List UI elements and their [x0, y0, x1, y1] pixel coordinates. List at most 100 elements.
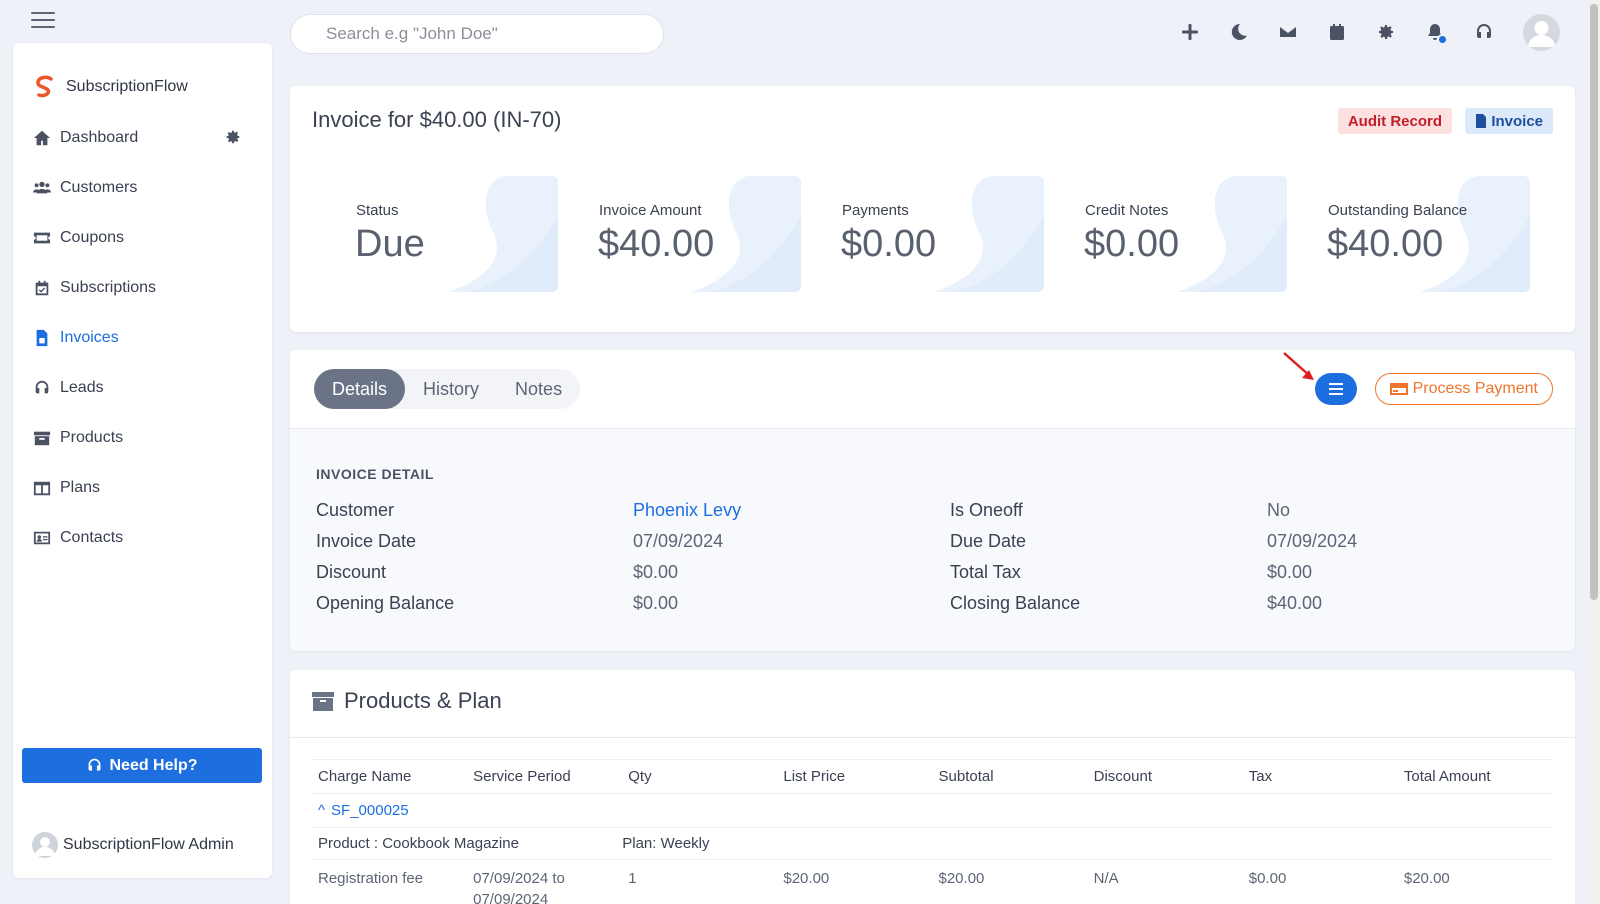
stat-status: Status Due: [330, 176, 558, 292]
bell-icon[interactable]: [1422, 19, 1448, 45]
detail-value: No: [1267, 500, 1291, 520]
column-header[interactable]: Subtotal: [932, 759, 1088, 794]
table-row: Registration fee 07/09/2024 to 07/09/2024…: [312, 860, 1553, 904]
need-help-button[interactable]: Need Help?: [22, 748, 262, 783]
brand[interactable]: SubscriptionFlow: [13, 43, 272, 109]
column-header[interactable]: Total Amount: [1397, 759, 1553, 794]
sidebar-item-contacts[interactable]: Contacts: [13, 513, 272, 563]
product-label: Product : Cookbook Magazine: [312, 827, 623, 860]
detail-label: Invoice Date: [316, 531, 417, 551]
column-header[interactable]: List Price: [777, 759, 933, 794]
detail-value: $0.00: [633, 593, 679, 613]
mail-icon[interactable]: [1275, 19, 1301, 45]
sidebar-item-products[interactable]: Products: [13, 413, 272, 463]
tab-notes[interactable]: Notes: [497, 369, 580, 409]
headset-icon: [32, 378, 52, 398]
search-input[interactable]: [290, 14, 664, 54]
hamburger-menu-icon[interactable]: [31, 12, 55, 30]
sidebar-item-dashboard[interactable]: Dashboard: [13, 113, 272, 163]
subscription-cell: ^ SF_000025: [312, 793, 1553, 828]
sidebar-item-invoices[interactable]: Invoices: [13, 313, 272, 363]
product-plan-row: Product : Cookbook Magazine Plan: Weekly: [312, 827, 1553, 860]
detail-row: Discount $0.00 Total Tax $0.00: [316, 557, 1584, 588]
admin-avatar: [32, 832, 58, 858]
products-plan-title: Products & Plan: [344, 688, 502, 713]
list-icon: [1329, 383, 1343, 395]
audit-record-badge[interactable]: Audit Record: [1337, 108, 1452, 134]
sidebar-item-label: Products: [60, 429, 124, 446]
headset-icon[interactable]: [1471, 19, 1497, 45]
detail-label: Opening Balance: [316, 593, 455, 613]
admin-profile[interactable]: SubscriptionFlow Admin: [32, 832, 234, 858]
red-arrow-annotation: [1283, 352, 1314, 380]
process-payment-label: Process Payment: [1412, 380, 1538, 397]
stat-value: $0.00: [1084, 223, 1180, 265]
plus-icon[interactable]: [1177, 19, 1203, 45]
sidebar-item-label: Invoices: [60, 329, 119, 346]
user-avatar[interactable]: [1523, 13, 1560, 51]
calendar-icon[interactable]: [1324, 19, 1350, 45]
sidebar-item-label: Dashboard: [60, 129, 139, 146]
sidebar-item-leads[interactable]: Leads: [13, 363, 272, 413]
stat-value: $40.00: [1327, 223, 1444, 265]
sidebar-item-subscriptions[interactable]: Subscriptions: [13, 263, 272, 313]
stat-label: Credit Notes: [1085, 202, 1169, 219]
service-period-cell: 07/09/2024 to 07/09/2024: [467, 860, 622, 904]
file-invoice-icon: [1476, 114, 1487, 128]
brand-name: SubscriptionFlow: [66, 78, 188, 95]
subscriptionflow-logo: [36, 75, 53, 98]
home-icon: [32, 128, 52, 148]
tab-details[interactable]: Details: [314, 369, 406, 409]
archive-icon: [32, 428, 52, 448]
detail-row: Customer Phoenix Levy Is Oneoff No: [316, 495, 1584, 526]
detail-label: Discount: [316, 562, 387, 582]
subtotal-cell: $20.00: [938, 870, 985, 887]
stat-credit-notes: Credit Notes $0.00: [1059, 176, 1287, 292]
column-header[interactable]: Discount: [1087, 759, 1243, 794]
products-table: Charge Name Service Period Qty List Pric…: [312, 759, 1553, 904]
stat-label: Status: [356, 202, 399, 219]
moon-icon[interactable]: [1226, 19, 1252, 45]
sidebar: SubscriptionFlow Dashboard Customers Cou…: [13, 43, 272, 878]
gear-icon[interactable]: [1373, 19, 1399, 45]
discount-cell: N/A: [1093, 870, 1119, 887]
sidebar-item-coupons[interactable]: Coupons: [13, 213, 272, 263]
topbar-icons: [1154, 12, 1560, 52]
sidebar-item-label: Customers: [60, 179, 138, 196]
decorative-wave: [448, 176, 558, 292]
sidebar-item-label: Plans: [60, 479, 101, 496]
actions-menu-button[interactable]: [1315, 373, 1357, 405]
detail-label: Due Date: [950, 531, 1027, 551]
scrollbar-thumb[interactable]: [1590, 4, 1598, 600]
charge-name-cell: Registration fee: [318, 870, 424, 887]
column-header[interactable]: Charge Name: [312, 759, 468, 794]
sidebar-item-label: Contacts: [60, 529, 124, 546]
qty-cell: 1: [628, 870, 637, 887]
tab-history[interactable]: History: [405, 369, 497, 409]
subscription-link[interactable]: SF_000025: [331, 802, 409, 819]
stat-label: Invoice Amount: [599, 202, 702, 219]
products-plan-card: Products & Plan Charge Name Service Peri…: [290, 670, 1575, 904]
detail-value: $0.00: [1267, 562, 1313, 582]
column-header[interactable]: Tax: [1242, 759, 1398, 794]
process-payment-button[interactable]: Process Payment: [1374, 373, 1553, 405]
dashboard-settings-gear-icon[interactable]: [224, 128, 242, 146]
customer-link[interactable]: Phoenix Levy: [633, 500, 950, 521]
sidebar-item-customers[interactable]: Customers: [13, 163, 272, 213]
decorative-wave: [934, 176, 1044, 292]
plan-label: Plan: Weekly: [622, 827, 1553, 860]
headset-icon: [89, 758, 101, 771]
sidebar-item-plans[interactable]: Plans: [13, 463, 272, 513]
calendar-check-icon: [32, 278, 52, 298]
invoice-detail-card: Details History Notes Process Payment IN…: [290, 350, 1575, 651]
sidebar-item-label: Leads: [60, 379, 104, 396]
chevron-up-icon[interactable]: ^: [318, 802, 325, 819]
decorative-wave: [1177, 176, 1287, 292]
address-card-icon: [32, 528, 52, 548]
service-period-start: 07/09/2024 to: [473, 870, 565, 887]
page-scrollbar[interactable]: [1588, 0, 1600, 904]
stat-payments: Payments $0.00: [816, 176, 1044, 292]
column-header[interactable]: Qty: [622, 759, 778, 794]
column-header[interactable]: Service Period: [467, 759, 623, 794]
invoice-badge[interactable]: Invoice: [1465, 108, 1553, 134]
